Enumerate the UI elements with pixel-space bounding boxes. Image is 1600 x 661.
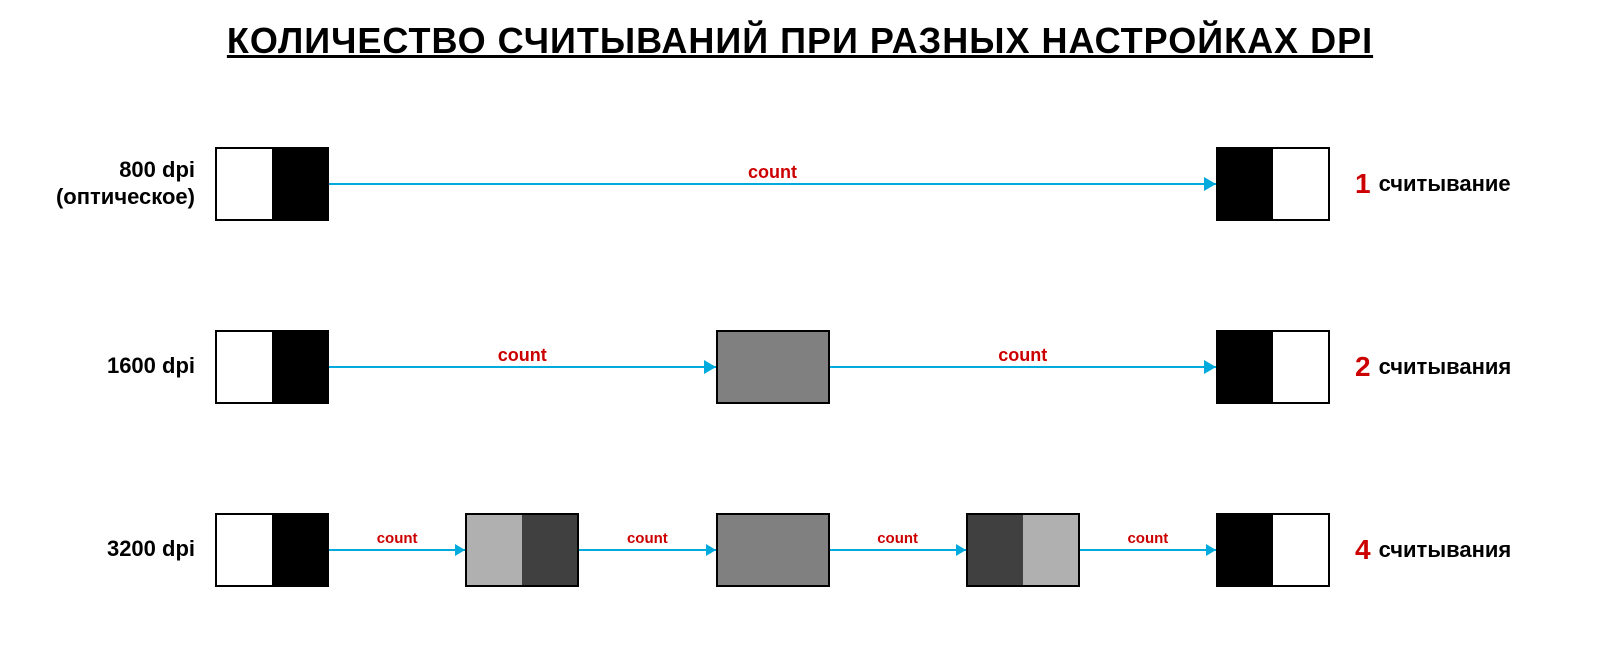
arrow-head-800 <box>1204 177 1216 191</box>
arrow-line-3200-4 <box>1080 549 1216 551</box>
sensor-black-1600-start <box>272 332 327 402</box>
result-text-1600: считывания <box>1379 354 1512 380</box>
result-number-800: 1 <box>1355 168 1371 200</box>
dpi-label-800: 800 dpi (оптическое) <box>40 157 215 210</box>
sensor-lightgray-2 <box>1023 515 1078 585</box>
sensor-end-800 <box>1216 147 1330 221</box>
sensor-darkgray-2 <box>968 515 1023 585</box>
arrow-line-3200-1 <box>329 549 465 551</box>
row-3200dpi: 3200 dpi count count <box>40 495 1560 605</box>
row-1600dpi: 1600 dpi count count <box>40 312 1560 422</box>
sensor-white-1600-end <box>1273 332 1328 402</box>
result-number-1600: 2 <box>1355 351 1371 383</box>
sensor-darkgray-1 <box>522 515 577 585</box>
sensor-mid-1600 <box>716 330 830 404</box>
dpi-label-1600: 1600 dpi <box>40 353 215 379</box>
arrow-line-1600-1 <box>329 366 716 368</box>
sensor-white-3200-end <box>1273 515 1328 585</box>
arrow-head-1600-1 <box>704 360 716 374</box>
sensor-start-800 <box>215 147 329 221</box>
arrow-3200-3: count <box>830 515 966 585</box>
sensor-mid2-3200 <box>716 513 830 587</box>
result-800: 1 считывание <box>1330 168 1560 200</box>
result-3200: 4 считывания <box>1330 534 1560 566</box>
page-title: КОЛИЧЕСТВО СЧИТЫВАНИЙ ПРИ РАЗНЫХ НАСТРОЙ… <box>227 20 1373 62</box>
page-container: КОЛИЧЕСТВО СЧИТЫВАНИЙ ПРИ РАЗНЫХ НАСТРОЙ… <box>0 0 1600 661</box>
sensor-black-right <box>272 149 327 219</box>
sensor-black-3200-end <box>1218 515 1273 585</box>
arrow-label-3200-3: count <box>875 530 920 547</box>
sensor-end-3200 <box>1216 513 1330 587</box>
dpi-label-3200: 3200 dpi <box>40 536 215 562</box>
arrow-800: count <box>329 149 1216 219</box>
arrow-head-3200-4 <box>1206 544 1216 556</box>
result-1600: 2 считывания <box>1330 351 1560 383</box>
arrow-line-800 <box>329 183 1216 185</box>
arrow-label-3200-2: count <box>625 530 670 547</box>
sensor-black-1600-end <box>1218 332 1273 402</box>
sensor-mid1-3200 <box>465 513 579 587</box>
sensor-white-1600-start <box>217 332 272 402</box>
arrow-1600-first: count <box>329 332 716 402</box>
arrow-head-3200-3 <box>956 544 966 556</box>
arrow-label-1600-2: count <box>994 345 1051 366</box>
result-number-3200: 4 <box>1355 534 1371 566</box>
arrow-1600-second: count <box>830 332 1217 402</box>
result-text-800: считывание <box>1379 171 1511 197</box>
sensor-lightgray-1 <box>467 515 522 585</box>
sensor-white-right-end <box>1273 149 1328 219</box>
sensor-gray-mid-2 <box>773 332 828 402</box>
arrow-head-1600-2 <box>1204 360 1216 374</box>
arrow-label-1600-1: count <box>494 345 551 366</box>
arrow-label-3200-4: count <box>1125 530 1170 547</box>
arrow-3200-4: count <box>1080 515 1216 585</box>
arrow-line-3200-2 <box>579 549 715 551</box>
arrow-3200-1: count <box>329 515 465 585</box>
sensor-white-3200-start <box>217 515 272 585</box>
sensor-black-3200-start <box>272 515 327 585</box>
sensor-end-1600 <box>1216 330 1330 404</box>
row-800dpi: 800 dpi (оптическое) count 1 считывание <box>40 129 1560 239</box>
arrow-line-1600-2 <box>830 366 1217 368</box>
sensor-white-left <box>217 149 272 219</box>
arrow-3200-2: count <box>579 515 715 585</box>
arrow-label-3200-1: count <box>375 530 420 547</box>
sensor-black-left-end <box>1218 149 1273 219</box>
sensor-mid3-3200 <box>966 513 1080 587</box>
sensor-gray-mid2-2 <box>773 515 828 585</box>
diagram-area: 800 dpi (оптическое) count 1 считывание … <box>40 92 1560 641</box>
arrow-head-3200-1 <box>455 544 465 556</box>
sensor-gray-mid2-1 <box>718 515 773 585</box>
sensor-gray-mid-1 <box>718 332 773 402</box>
sensor-start-3200 <box>215 513 329 587</box>
arrow-line-3200-3 <box>830 549 966 551</box>
arrow-label-800: count <box>744 162 801 183</box>
sensor-start-1600 <box>215 330 329 404</box>
arrow-head-3200-2 <box>706 544 716 556</box>
result-text-3200: считывания <box>1379 537 1512 563</box>
